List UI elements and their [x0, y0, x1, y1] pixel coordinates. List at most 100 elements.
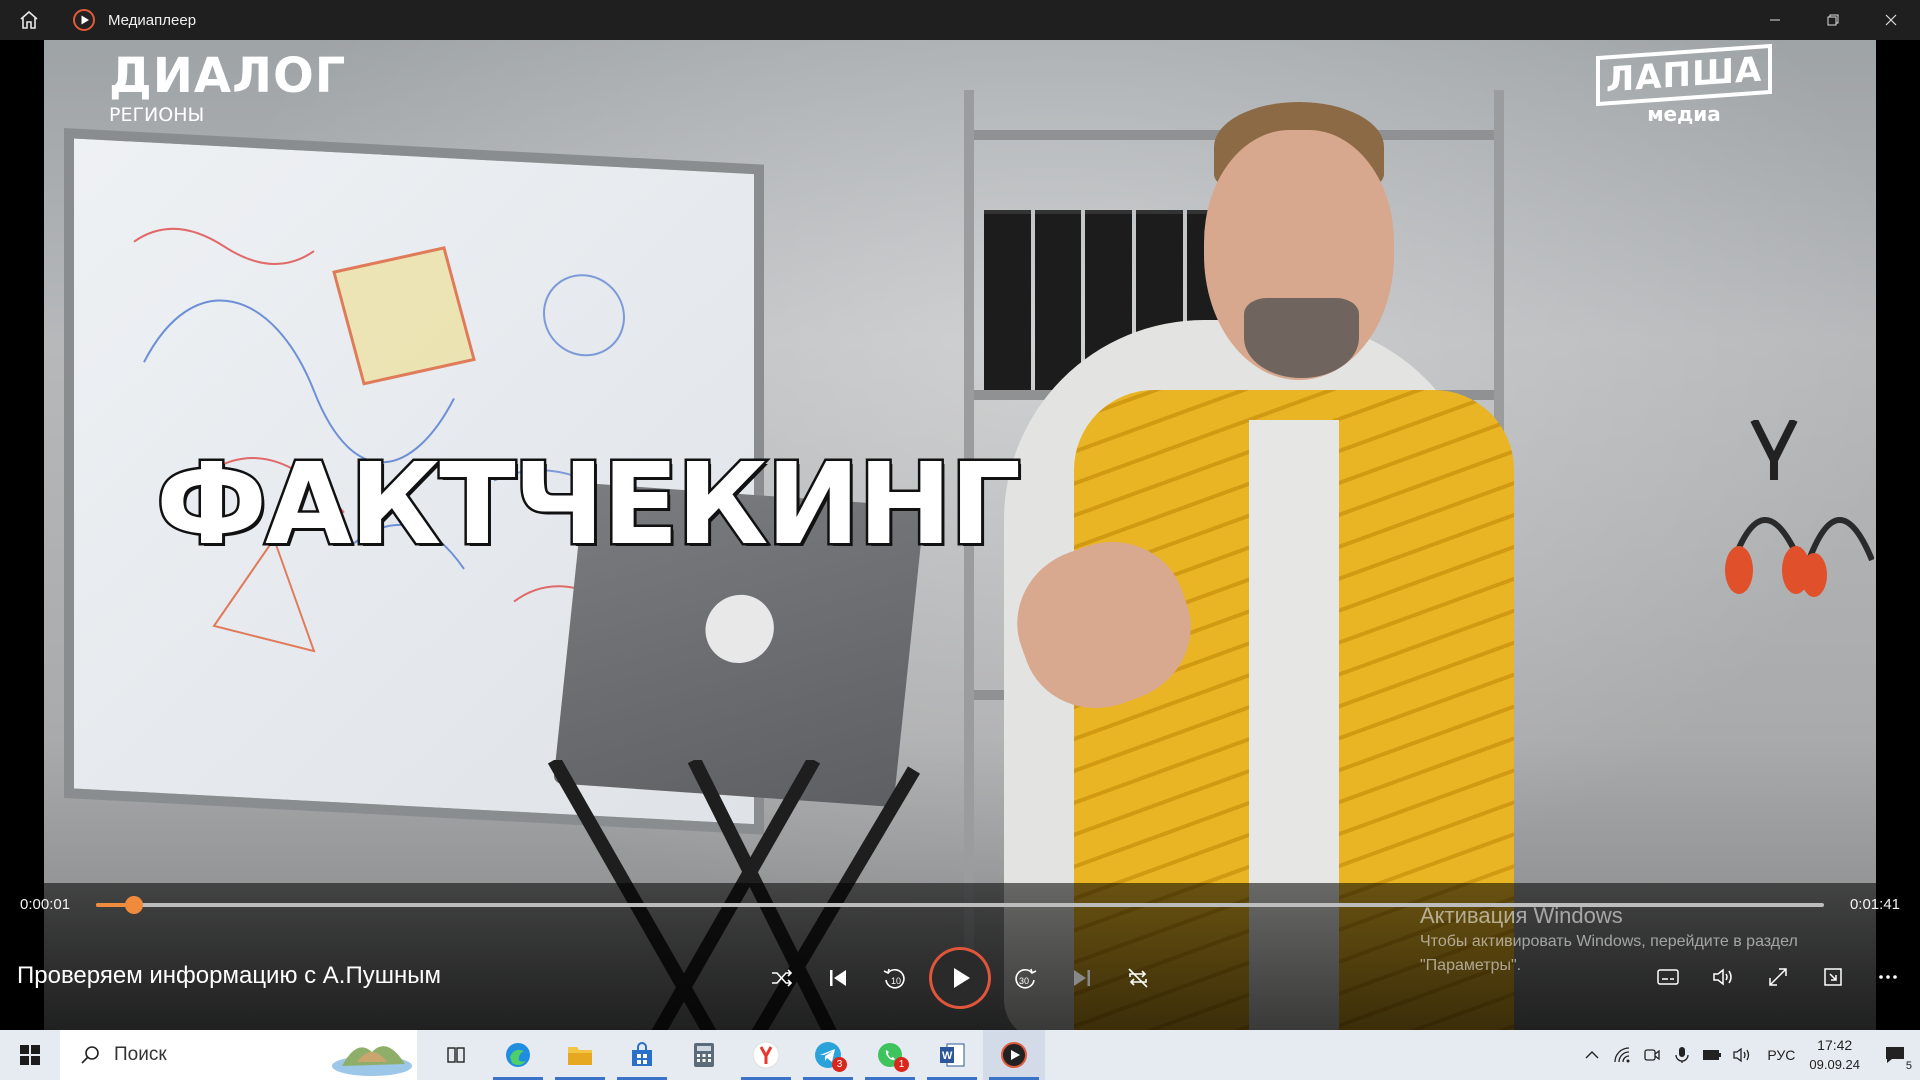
notifications-button[interactable]: 5: [1870, 1030, 1920, 1080]
taskbar-app-file-explorer[interactable]: [549, 1030, 611, 1080]
minimize-button[interactable]: [1746, 0, 1804, 40]
logo-dialog-title: ДИАЛОГ: [109, 48, 347, 104]
restore-icon: [1827, 14, 1839, 26]
previous-button[interactable]: [816, 956, 860, 1000]
tray-microphone[interactable]: [1667, 1030, 1697, 1080]
volume-button[interactable]: [1701, 955, 1745, 999]
skip-back-button[interactable]: 10: [873, 956, 917, 1000]
media-title: Проверяем информацию с А.Пушным: [17, 962, 441, 989]
activation-line1: Чтобы активировать Windows, перейдите в …: [1420, 933, 1798, 950]
home-button[interactable]: [0, 0, 58, 40]
word-icon: W: [938, 1042, 966, 1068]
mini-player-icon: [1824, 968, 1842, 986]
close-button[interactable]: [1862, 0, 1920, 40]
file-explorer-icon: [566, 1043, 594, 1067]
media-player-app-icon: [72, 8, 96, 32]
svg-text:W: W: [942, 1050, 953, 1062]
subtitles-button[interactable]: [1646, 955, 1690, 999]
close-icon: [1885, 14, 1897, 26]
next-button[interactable]: [1060, 956, 1104, 1000]
tray-meet[interactable]: [1637, 1030, 1667, 1080]
play-icon: [953, 968, 970, 988]
search-icon: [81, 1046, 99, 1064]
edge-icon: [504, 1041, 532, 1069]
yandex-browser-icon: [752, 1041, 780, 1069]
camera-icon: [1644, 1049, 1660, 1061]
taskbar-app-whatsapp[interactable]: 1: [859, 1030, 921, 1080]
video-presenter-beard: [1244, 298, 1359, 378]
taskbar: Поиск 3 1 W РУС 17:42 09.09.24 5: [0, 1030, 1920, 1080]
media-player-icon: [1000, 1041, 1028, 1069]
logo-lapsha-subtitle: медиа: [1647, 102, 1721, 126]
taskbar-app-task-view[interactable]: [425, 1030, 487, 1080]
fullscreen-icon: [1769, 968, 1787, 986]
taskbar-app-calculator[interactable]: [673, 1030, 735, 1080]
taskbar-app-store[interactable]: [611, 1030, 673, 1080]
total-time: 0:01:41: [1849, 896, 1900, 913]
shuffle-icon: [772, 969, 793, 987]
window-title: Медиаплеер: [108, 11, 197, 29]
svg-text:30: 30: [1019, 976, 1029, 986]
repeat-button[interactable]: [1116, 956, 1160, 1000]
playback-controls: 10 30: [760, 945, 1160, 1011]
calculator-icon: [693, 1042, 715, 1068]
more-icon: [1879, 975, 1897, 979]
tray-overflow-button[interactable]: [1577, 1030, 1607, 1080]
skip-back-10-icon: 10: [883, 968, 905, 989]
fullscreen-button[interactable]: [1756, 955, 1800, 999]
taskbar-app-media-player[interactable]: [983, 1030, 1045, 1080]
store-icon: [629, 1042, 655, 1068]
video-headphones: [1725, 517, 1874, 597]
tray-volume[interactable]: [1727, 1030, 1757, 1080]
taskbar-app-word[interactable]: W: [921, 1030, 983, 1080]
app-badge: 3: [832, 1057, 847, 1072]
next-icon: [1073, 970, 1090, 986]
app-badge: 1: [894, 1057, 909, 1072]
channel-logo-dialog: ДИАЛОГ РЕГИОНЫ: [109, 52, 346, 126]
subtitles-icon: [1657, 969, 1679, 985]
more-options-button[interactable]: [1866, 955, 1910, 999]
notification-icon: [1886, 1047, 1904, 1063]
taskbar-search[interactable]: Поиск: [60, 1030, 417, 1080]
battery-icon: [1703, 1050, 1722, 1060]
speaker-icon: [1733, 1047, 1750, 1063]
logo-lapsha-title: ЛАПША: [1595, 43, 1773, 107]
laptop-sticker: [702, 592, 778, 666]
play-button[interactable]: [928, 947, 991, 1009]
activation-title: Активация Windows: [1420, 903, 1623, 928]
repeat-off-icon: [1128, 968, 1148, 988]
start-button[interactable]: [0, 1030, 60, 1080]
taskbar-clock[interactable]: 17:42 09.09.24: [1809, 1035, 1860, 1075]
taskbar-apps: 3 1 W: [425, 1030, 1045, 1080]
search-highlight-icon: [332, 1046, 412, 1076]
notification-count: 5: [1905, 1060, 1912, 1072]
shuffle-button[interactable]: [760, 956, 804, 1000]
media-player-icon: [73, 9, 95, 31]
wifi-icon: [1614, 1047, 1630, 1063]
window-controls: [1746, 0, 1920, 40]
tray-battery[interactable]: [1697, 1030, 1727, 1080]
tray-network[interactable]: [1607, 1030, 1637, 1080]
input-language[interactable]: РУС: [1767, 1047, 1795, 1063]
system-tray: РУС 17:42 09.09.24 5: [1577, 1030, 1920, 1080]
video-headline: ФАКТЧЕКИНГ: [153, 438, 1023, 573]
minimize-icon: [1770, 19, 1780, 21]
seek-bar-thumb[interactable]: [125, 896, 144, 914]
home-icon: [20, 10, 38, 29]
microphone-icon: [1675, 1047, 1689, 1063]
clock-time: 17:42: [1817, 1037, 1853, 1053]
windows-icon: [20, 1045, 40, 1065]
skip-forward-button[interactable]: 30: [1003, 956, 1047, 1000]
previous-icon: [830, 970, 847, 986]
taskbar-app-edge[interactable]: [487, 1030, 549, 1080]
logo-dialog-subtitle: РЕГИОНЫ: [109, 104, 205, 126]
search-placeholder: Поиск: [114, 1044, 167, 1065]
channel-logo-lapsha: ЛАПША медиа: [1584, 43, 1784, 126]
restore-button[interactable]: [1804, 0, 1862, 40]
taskbar-app-yandex-browser[interactable]: [735, 1030, 797, 1080]
task-view-icon: [445, 1044, 467, 1066]
volume-icon: [1713, 968, 1732, 986]
mini-player-button[interactable]: [1811, 955, 1855, 999]
chevron-up-icon: [1585, 1051, 1599, 1059]
taskbar-app-telegram[interactable]: 3: [797, 1030, 859, 1080]
